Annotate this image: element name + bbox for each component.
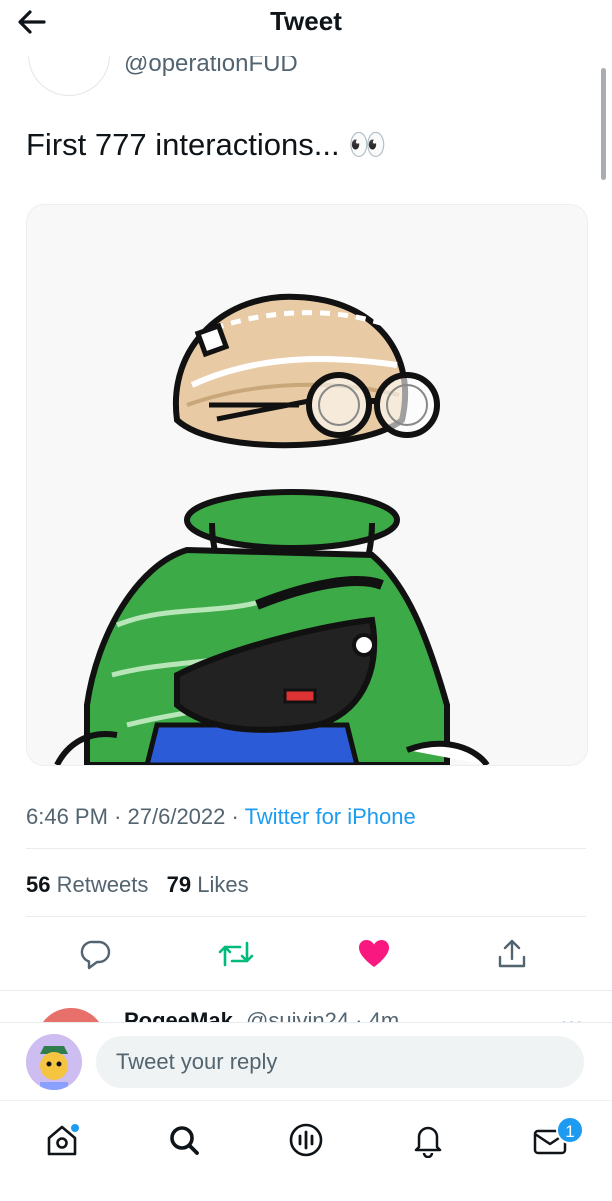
reply-author-handle: @suivin24 · 4m [246, 1008, 400, 1022]
tab-spaces[interactable] [284, 1118, 328, 1162]
tweet-date: 27/6/2022 [127, 804, 226, 829]
reply-author-name: PogeeMak [124, 1008, 233, 1022]
reply-input[interactable] [96, 1036, 584, 1088]
share-button[interactable] [492, 934, 532, 974]
spaces-icon [289, 1123, 323, 1157]
likes-label: Likes [197, 872, 249, 897]
search-icon [170, 1126, 199, 1155]
notifications-icon [414, 1126, 442, 1158]
tweet-stats: 56 Retweets 79 Likes [26, 872, 249, 898]
more-icon[interactable]: ••• [560, 1012, 583, 1022]
like-button[interactable] [354, 934, 394, 974]
reply-button[interactable] [76, 934, 116, 974]
tab-home[interactable] [40, 1118, 84, 1162]
page-title: Tweet [270, 6, 342, 36]
cartoon-illustration [54, 293, 490, 765]
heart-filled-icon [359, 940, 389, 967]
top-header: Tweet [0, 0, 612, 56]
reply-preview[interactable]: PogeeMak @suivin24 · 4m ••• [0, 988, 612, 1022]
divider [26, 916, 586, 917]
meta-separator: · [114, 804, 128, 829]
scrollbar[interactable] [601, 68, 606, 180]
tweet-time: 6:46 PM [26, 804, 108, 829]
retweets-count: 56 [26, 872, 51, 897]
my-avatar[interactable] [26, 1034, 82, 1090]
home-icon [47, 1124, 79, 1156]
likes-stat[interactable]: 79 Likes [167, 872, 249, 897]
retweet-icon [218, 941, 254, 967]
reply-avatar[interactable] [36, 1008, 106, 1022]
tweet-source-link[interactable]: Twitter for iPhone [245, 804, 416, 829]
likes-count: 79 [166, 872, 192, 897]
tweet-meta: 6:46 PM · 27/6/2022 · Twitter for iPhone [26, 804, 416, 830]
divider [26, 848, 586, 849]
tab-notifications[interactable] [406, 1118, 450, 1162]
messages-badge: 1 [556, 1116, 584, 1144]
retweet-button[interactable] [216, 934, 256, 974]
retweets-label: Retweets [56, 872, 149, 897]
meta-separator: · [231, 804, 245, 829]
retweets-stat[interactable]: 56 Retweets [26, 872, 148, 897]
tweet-image[interactable] [26, 204, 588, 766]
tweet-text: First 777 interactions... 👀 [26, 127, 387, 162]
tab-search[interactable] [162, 1118, 206, 1162]
comment-icon [80, 940, 111, 970]
share-icon [498, 939, 526, 968]
